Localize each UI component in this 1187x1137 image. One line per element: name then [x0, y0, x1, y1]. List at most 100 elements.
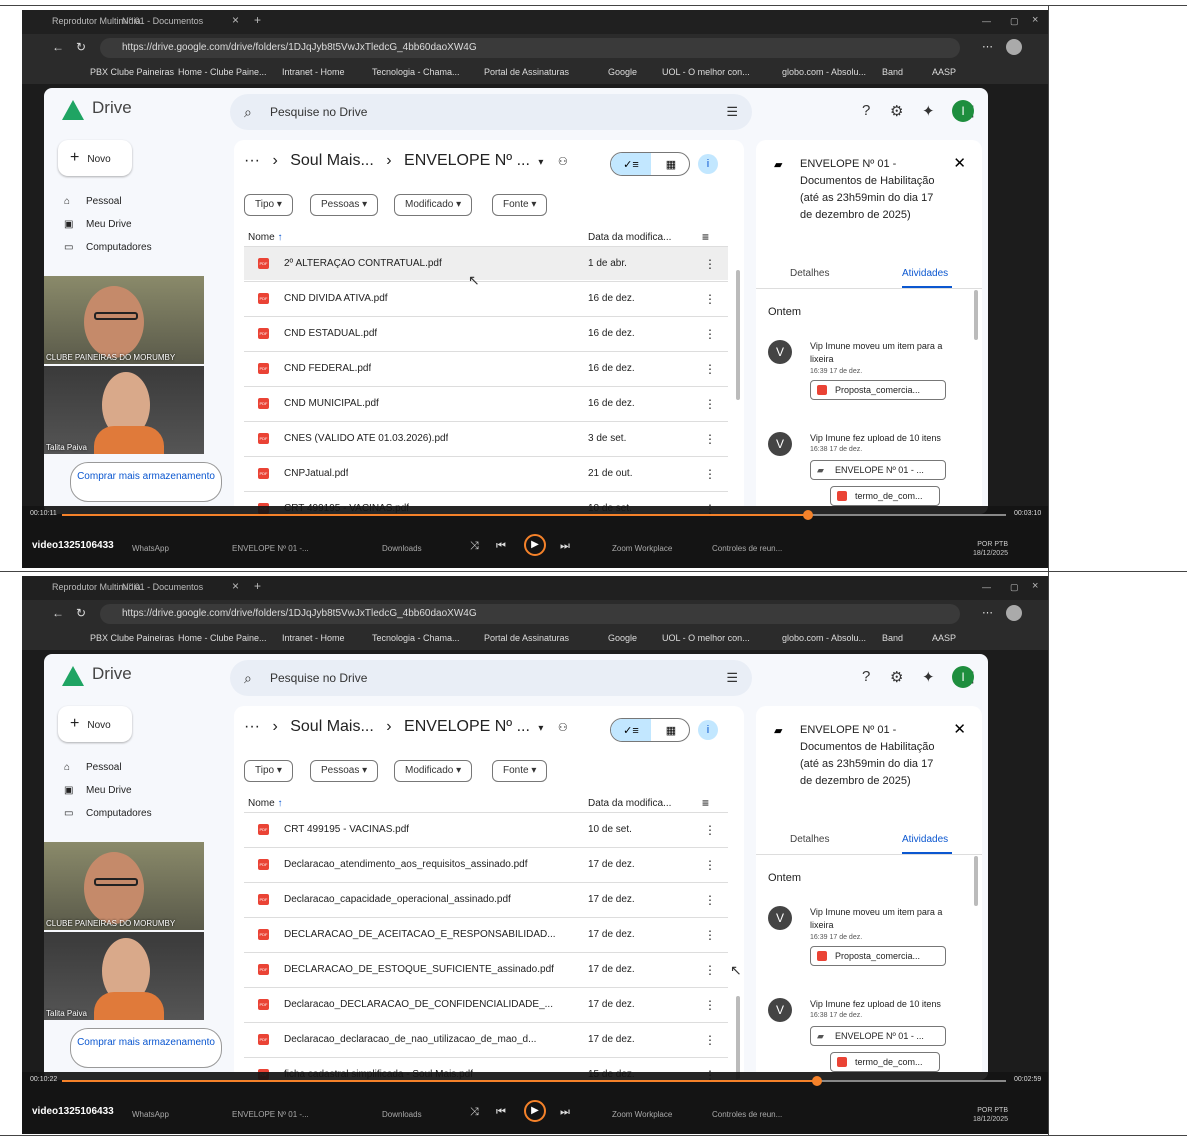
- table-row[interactable]: PDFCRT 499195 - VACINAS.pdf⚇10 de set.⋮: [244, 812, 728, 846]
- shared-people-icon[interactable]: ⚇: [558, 722, 568, 734]
- favorite-link[interactable]: Tecnologia - Chama...: [372, 633, 460, 643]
- favorite-link[interactable]: Intranet - Home: [282, 67, 345, 77]
- file-list-scrollbar[interactable]: [736, 996, 740, 1080]
- new-button[interactable]: + Novo: [58, 140, 132, 176]
- sidebar-item-computadores[interactable]: ▭ Computadores: [64, 242, 152, 253]
- column-header-name[interactable]: Nome ↑: [248, 798, 282, 809]
- more-options-icon[interactable]: ⋮: [704, 1033, 716, 1047]
- next-icon[interactable]: ⏭: [560, 540, 570, 553]
- favorite-link[interactable]: Home - Clube Paine...: [178, 67, 267, 77]
- profile-icon[interactable]: [1006, 605, 1022, 621]
- tab-title[interactable]: N° 01 - Documentos: [122, 582, 203, 592]
- play-button[interactable]: ▶: [524, 534, 546, 556]
- filter-modificado[interactable]: Modificado ▾: [394, 760, 473, 782]
- table-row[interactable]: PDF DECLARACAO_DE_ACEITACAO_E_RESPONSABIL…: [244, 917, 728, 951]
- more-options-icon[interactable]: ⋮: [704, 432, 716, 446]
- breadcrumb-parent[interactable]: Soul Mais...: [290, 152, 374, 169]
- buy-storage-button[interactable]: Comprar mais armazenamento: [70, 462, 222, 502]
- favorite-link[interactable]: globo.com - Absolu...: [782, 633, 866, 643]
- taskbar-browser[interactable]: ENVELOPE Nº 01 -...: [232, 1110, 309, 1119]
- breadcrumb-more[interactable]: ···: [244, 152, 260, 169]
- tab-title[interactable]: N° 01 - Documentos: [122, 16, 203, 26]
- refresh-icon[interactable]: ↻: [76, 606, 86, 620]
- shuffle-icon[interactable]: ⤨: [470, 1106, 479, 1119]
- favorite-link[interactable]: Portal de Assinaturas: [484, 633, 569, 643]
- filter-pessoas[interactable]: Pessoas ▾: [310, 760, 379, 782]
- favorite-link[interactable]: Band: [882, 67, 903, 77]
- close-tab-icon[interactable]: ×: [232, 13, 239, 27]
- table-row[interactable]: PDF Declaracao_DECLARACAO_DE_CONFIDENCIAL…: [244, 987, 728, 1021]
- column-header-date[interactable]: Data da modifica...: [588, 232, 671, 243]
- back-icon[interactable]: ←: [52, 40, 64, 54]
- extensions-icon[interactable]: ⋯: [982, 606, 993, 619]
- favorite-link[interactable]: Google: [608, 633, 637, 643]
- gear-icon[interactable]: ⚙: [890, 668, 903, 686]
- favorite-link[interactable]: PBX Clube Paineiras: [90, 67, 174, 77]
- close-window-icon[interactable]: ×: [1032, 580, 1038, 592]
- avatar[interactable]: I: [952, 666, 974, 688]
- activity-folder-chip[interactable]: ▰ ENVELOPE Nº 01 - ...: [810, 1026, 946, 1046]
- seek-bar[interactable]: [62, 510, 1006, 520]
- table-row[interactable]: PDFCND DIVIDA ATIVA.pdf⚇16 de dez.⋮: [244, 281, 728, 315]
- taskbar-zoom-controls[interactable]: Controles de reun...: [712, 544, 782, 553]
- favorite-link[interactable]: AASP: [932, 67, 956, 77]
- more-options-icon[interactable]: ⋮: [704, 823, 716, 837]
- seek-handle[interactable]: [812, 1076, 823, 1086]
- table-row[interactable]: PDFCND MUNICIPAL.pdf⚇16 de dez.⋮: [244, 386, 728, 420]
- table-row[interactable]: PDFCND ESTADUAL.pdf⚇16 de dez.⋮: [244, 316, 728, 350]
- seek-handle[interactable]: [802, 510, 813, 520]
- taskbar-whatsapp[interactable]: WhatsApp: [132, 544, 169, 553]
- close-icon[interactable]: ✕: [953, 154, 966, 172]
- info-icon[interactable]: i: [698, 154, 718, 174]
- search-input[interactable]: ⌕ Pesquise no Drive ☰: [230, 660, 752, 696]
- filter-fonte[interactable]: Fonte ▾: [492, 760, 548, 782]
- sort-arrow-up-icon[interactable]: ↑: [277, 232, 282, 243]
- sidebar-item-pessoal[interactable]: ⌂ Pessoal: [64, 196, 122, 207]
- sort-arrow-up-icon[interactable]: ↑: [277, 798, 282, 809]
- taskbar-browser[interactable]: ENVELOPE Nº 01 -...: [232, 544, 309, 553]
- activity-file-chip[interactable]: termo_de_com...: [830, 486, 940, 506]
- tab-detalhes[interactable]: Detalhes: [790, 268, 829, 279]
- new-tab-icon[interactable]: +: [254, 13, 261, 27]
- breadcrumb-parent[interactable]: Soul Mais...: [290, 718, 374, 735]
- table-row[interactable]: PDF Declaracao_atendimento_aos_requisitos…: [244, 847, 728, 881]
- favorite-link[interactable]: Intranet - Home: [282, 633, 345, 643]
- more-options-icon[interactable]: ⋮: [704, 963, 716, 977]
- sort-options-icon[interactable]: ≡: [702, 230, 709, 244]
- favorite-link[interactable]: UOL - O melhor con...: [662, 67, 750, 77]
- activity-file-chip[interactable]: Proposta_comercia...: [810, 946, 946, 966]
- more-options-icon[interactable]: ⋮: [704, 327, 716, 341]
- search-input[interactable]: ⌕ Pesquise no Drive ☰: [230, 94, 752, 130]
- shuffle-icon[interactable]: ⤨: [470, 540, 479, 553]
- close-tab-icon[interactable]: ×: [232, 579, 239, 593]
- back-icon[interactable]: ←: [52, 606, 64, 620]
- filter-tipo[interactable]: Tipo ▾: [244, 760, 293, 782]
- profile-icon[interactable]: [1006, 39, 1022, 55]
- favorite-link[interactable]: UOL - O melhor con...: [662, 633, 750, 643]
- avatar[interactable]: I: [952, 100, 974, 122]
- column-header-date[interactable]: Data da modifica...: [588, 798, 671, 809]
- filter-modificado[interactable]: Modificado ▾: [394, 194, 473, 216]
- list-view-icon[interactable]: ✓≡: [611, 719, 651, 741]
- more-options-icon[interactable]: ⋮: [704, 928, 716, 942]
- more-options-icon[interactable]: ⋮: [704, 893, 716, 907]
- minimize-icon[interactable]: —: [982, 582, 991, 592]
- table-row[interactable]: PDF DECLARACAO_DE_ESTOQUE_SUFICIENTE_assi…: [244, 952, 728, 986]
- view-toggle[interactable]: ✓≡ ▦: [610, 152, 690, 176]
- panel-scrollbar[interactable]: [974, 856, 978, 906]
- more-options-icon[interactable]: ⋮: [704, 467, 716, 481]
- extensions-icon[interactable]: ⋯: [982, 40, 993, 53]
- more-options-icon[interactable]: ⋮: [704, 858, 716, 872]
- sidebar-item-pessoal[interactable]: ⌂ Pessoal: [64, 762, 122, 773]
- tab-atividades[interactable]: Atividades: [902, 268, 948, 279]
- seek-bar[interactable]: [62, 1076, 1006, 1086]
- grid-view-icon[interactable]: ▦: [651, 153, 689, 175]
- favorite-link[interactable]: Tecnologia - Chama...: [372, 67, 460, 77]
- breadcrumb-more[interactable]: ···: [244, 718, 260, 735]
- url-field[interactable]: https://drive.google.com/drive/folders/1…: [100, 38, 960, 58]
- drive-logo[interactable]: Drive: [62, 98, 132, 120]
- more-options-icon[interactable]: ⋮: [704, 257, 716, 271]
- view-toggle[interactable]: ✓≡ ▦: [610, 718, 690, 742]
- file-list-scrollbar[interactable]: [736, 270, 740, 400]
- play-button[interactable]: ▶: [524, 1100, 546, 1122]
